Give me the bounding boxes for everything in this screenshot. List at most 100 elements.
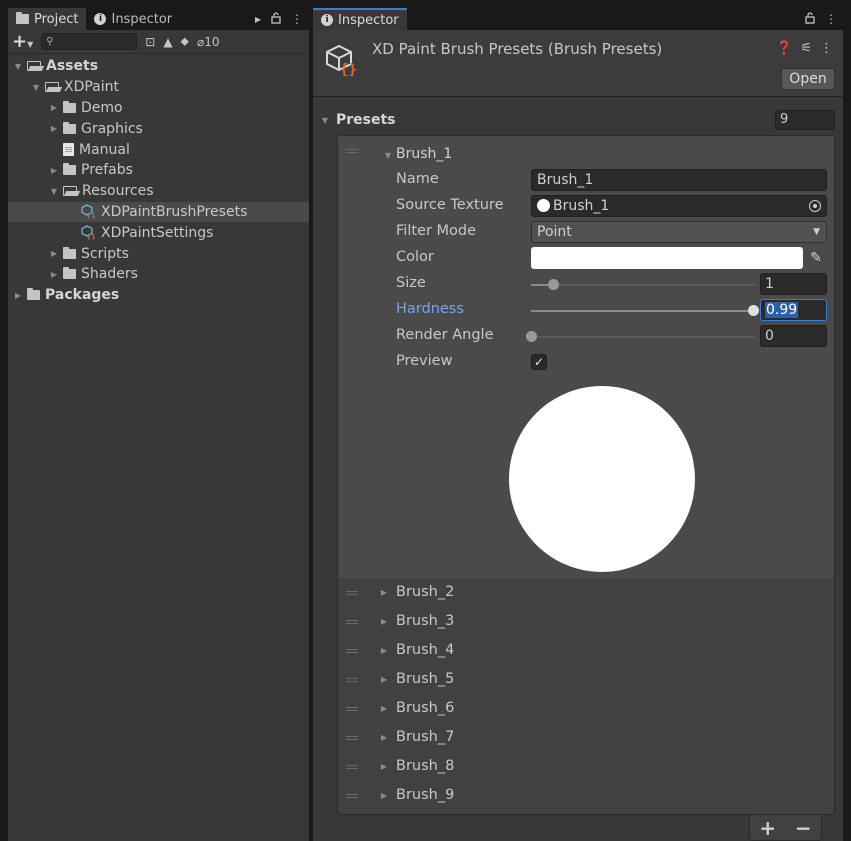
hidden-packages-toggle[interactable]: ⌀10 (197, 35, 220, 49)
remove-element-button[interactable]: − (795, 816, 812, 840)
play-arrow-icon[interactable]: ▸ (255, 12, 261, 26)
hardness-field[interactable]: 0.99 (760, 299, 827, 321)
tree-item[interactable]: ▶ Packages (8, 285, 309, 306)
list-item-brush[interactable]: ▶ Brush_2 (338, 579, 834, 608)
tree-item[interactable]: ▼ XDPaint (8, 77, 309, 98)
open-button[interactable]: Open (781, 68, 835, 90)
tree-item-label: Assets (46, 58, 99, 75)
drag-handle-icon[interactable] (346, 149, 358, 153)
drag-handle-icon[interactable] (346, 765, 358, 769)
tree-item[interactable]: ▶ Prefabs (8, 160, 309, 181)
size-label: Size (396, 275, 426, 291)
size-slider-thumb[interactable] (548, 279, 560, 290)
lock-icon[interactable] (271, 11, 281, 27)
project-tree: ▼ Assets ▼ XDPaint ▶ Demo ▶ Graphics Manual ▶ Pref… (8, 54, 309, 306)
foldout-arrow-icon[interactable]: ▶ (378, 588, 390, 597)
drag-handle-icon[interactable] (346, 591, 358, 595)
source-texture-field[interactable]: Brush_1 (531, 195, 827, 217)
drag-handle-icon[interactable] (346, 678, 358, 682)
expand-arrow-icon[interactable]: ▼ (48, 187, 60, 196)
tag-icon[interactable]: ⬥ (181, 34, 189, 49)
list-item-brush[interactable]: ▶ Brush_8 (338, 753, 834, 782)
render-angle-field[interactable]: 0 (760, 325, 827, 347)
preview-checkbox[interactable]: ✓ (531, 354, 547, 370)
folder-icon (63, 267, 76, 280)
search-by-type-icon[interactable]: ⊡ (145, 35, 155, 49)
render-angle-slider-thumb[interactable] (526, 331, 537, 342)
hidden-count: 10 (204, 34, 220, 49)
collapse-arrow-icon[interactable]: ▶ (48, 166, 60, 175)
drag-handle-icon[interactable] (346, 736, 358, 740)
presets-count-field[interactable]: 9 (775, 110, 835, 130)
name-field[interactable]: Brush_1 (531, 169, 827, 191)
tree-item[interactable]: ▶ Demo (8, 98, 309, 119)
drag-handle-icon[interactable] (346, 649, 358, 653)
foldout-arrow-icon[interactable]: ▶ (378, 733, 390, 742)
foldout-arrow-icon[interactable]: ▶ (378, 704, 390, 713)
drag-handle-icon[interactable] (346, 707, 358, 711)
tab-project[interactable]: Project (8, 8, 87, 30)
list-item-brush[interactable]: ▶ Brush_5 (338, 666, 834, 695)
list-item-brush[interactable]: ▶ Brush_9 (338, 782, 834, 811)
list-item-brush-expanded: ▼ Brush_1 Name Brush_1 Source Texture Bru… (338, 136, 834, 578)
name-label: Name (396, 171, 439, 187)
settings-sliders-icon[interactable]: ⚟ (800, 41, 812, 56)
expand-arrow-icon[interactable]: ▼ (12, 62, 24, 71)
tree-item[interactable]: Manual (8, 139, 309, 160)
folder-open-icon (63, 186, 77, 197)
folder-icon (16, 12, 29, 24)
presets-foldout[interactable]: ▼ Presets 9 (313, 105, 843, 135)
filter-by-label-icon[interactable]: ▲ (163, 35, 172, 49)
tree-item-label: XDPaintSettings (101, 224, 214, 241)
list-item-brush[interactable]: ▶ Brush_6 (338, 695, 834, 724)
size-field[interactable]: 1 (760, 273, 827, 295)
color-field[interactable] (531, 247, 803, 269)
foldout-arrow-icon[interactable]: ▶ (378, 675, 390, 684)
tree-item[interactable]: {} XDPaintSettings (8, 222, 309, 243)
collapse-arrow-icon[interactable]: ▶ (48, 103, 60, 112)
hardness-slider-thumb[interactable] (747, 305, 759, 316)
brush-label: Brush_8 (396, 758, 455, 774)
filter-mode-dropdown[interactable]: Point ▼ (531, 221, 827, 243)
foldout-arrow-icon[interactable]: ▼ (382, 151, 394, 160)
collapse-arrow-icon[interactable]: ▶ (48, 124, 60, 133)
foldout-arrow-icon[interactable]: ▶ (378, 617, 390, 626)
tree-item[interactable]: ▶ Graphics (8, 118, 309, 139)
tree-item[interactable]: ▶ Shaders (8, 264, 309, 285)
add-element-button[interactable]: + (759, 816, 776, 840)
tree-item[interactable]: ▶ Scripts (8, 243, 309, 264)
list-item-brush[interactable]: ▶ Brush_7 (338, 724, 834, 753)
create-button[interactable]: +▼ (12, 32, 33, 51)
search-input[interactable]: ⚲ (41, 33, 138, 50)
render-angle-slider[interactable] (526, 331, 755, 342)
more-options-icon[interactable]: ⋮ (820, 41, 833, 56)
object-picker-icon[interactable] (809, 200, 821, 212)
foldout-arrow-icon[interactable]: ▶ (378, 646, 390, 655)
help-icon[interactable]: ❓ (776, 41, 792, 56)
tree-item[interactable]: ▼ Resources (8, 181, 309, 202)
tab-inspector[interactable]: i Inspector (86, 8, 180, 30)
eyedropper-icon[interactable]: ✎ (805, 247, 827, 269)
tree-item[interactable]: ▼ Assets (8, 56, 309, 77)
collapse-arrow-icon[interactable]: ▶ (48, 270, 60, 279)
foldout-arrow-icon[interactable]: ▼ (319, 116, 331, 125)
tree-item[interactable]: {} XDPaintBrushPresets (8, 201, 309, 223)
list-item-brush[interactable]: ▶ Brush_3 (338, 608, 834, 637)
tab-inspector[interactable]: i Inspector (313, 8, 407, 30)
size-slider[interactable] (531, 279, 755, 290)
collapse-arrow-icon[interactable]: ▶ (48, 249, 60, 258)
hardness-slider[interactable] (531, 305, 759, 316)
preset-asset-icon: {} (81, 204, 96, 221)
drag-handle-icon[interactable] (346, 620, 358, 624)
foldout-arrow-icon[interactable]: ▶ (378, 791, 390, 800)
tree-item-label: Manual (79, 141, 130, 158)
more-options-icon[interactable]: ⋮ (291, 12, 303, 26)
list-item-brush[interactable]: ▶ Brush_4 (338, 637, 834, 666)
more-options-icon[interactable]: ⋮ (825, 12, 837, 26)
lock-icon[interactable] (805, 11, 815, 27)
collapse-arrow-icon[interactable]: ▶ (12, 291, 24, 300)
drag-handle-icon[interactable] (346, 794, 358, 798)
expand-arrow-icon[interactable]: ▼ (30, 83, 42, 92)
brush-foldout[interactable]: ▼ Brush_1 (382, 146, 452, 162)
foldout-arrow-icon[interactable]: ▶ (378, 762, 390, 771)
